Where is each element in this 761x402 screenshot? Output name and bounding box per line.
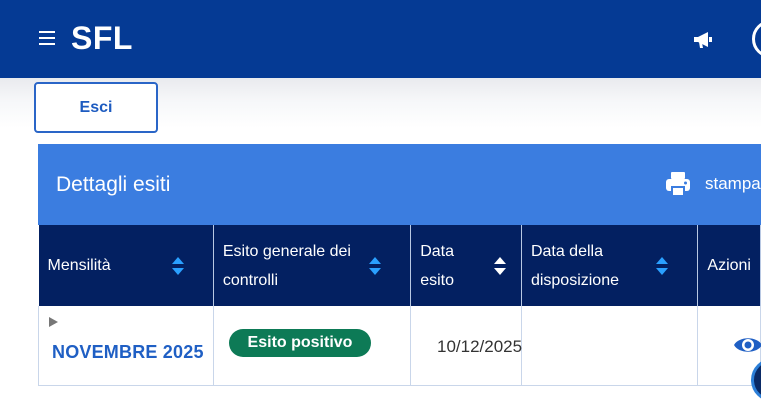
- column-header-actions: Azioni: [697, 225, 761, 306]
- card-title: Dettagli esiti: [56, 173, 171, 196]
- period-link[interactable]: NOVEMBRE 2025: [52, 342, 204, 363]
- expand-row-icon[interactable]: [49, 317, 58, 327]
- column-header-disposition-date[interactable]: Data della disposizione: [521, 225, 699, 306]
- column-header-month[interactable]: Mensilità: [38, 225, 214, 306]
- column-header-result-date[interactable]: Data esito: [410, 225, 522, 306]
- megaphone-icon[interactable]: [692, 30, 714, 50]
- exit-button[interactable]: Esci: [34, 82, 158, 133]
- printer-icon: [666, 172, 690, 196]
- app-logo[interactable]: SFL: [71, 20, 133, 57]
- card-header: Dettagli esiti stampa: [38, 144, 761, 225]
- print-button[interactable]: stampa: [664, 168, 761, 200]
- sort-icon[interactable]: [493, 256, 507, 276]
- column-label: Azioni: [707, 257, 751, 274]
- table-header-row: Mensilità Esito generale dei controlli D…: [38, 225, 761, 306]
- sort-icon[interactable]: [655, 256, 669, 276]
- status-badge: Esito positivo: [229, 329, 371, 357]
- eye-view-icon[interactable]: [733, 332, 761, 358]
- print-label: stampa: [705, 174, 761, 193]
- cell-disposition-date: [521, 306, 699, 386]
- sort-icon[interactable]: [368, 256, 382, 276]
- result-date: 10/12/2025: [437, 337, 523, 356]
- user-avatar-icon[interactable]: [752, 20, 761, 58]
- top-navbar: SFL: [0, 0, 761, 78]
- column-header-result[interactable]: Esito generale dei controlli: [213, 225, 412, 306]
- sort-icon[interactable]: [171, 256, 185, 276]
- hamburger-menu-icon[interactable]: [39, 31, 55, 45]
